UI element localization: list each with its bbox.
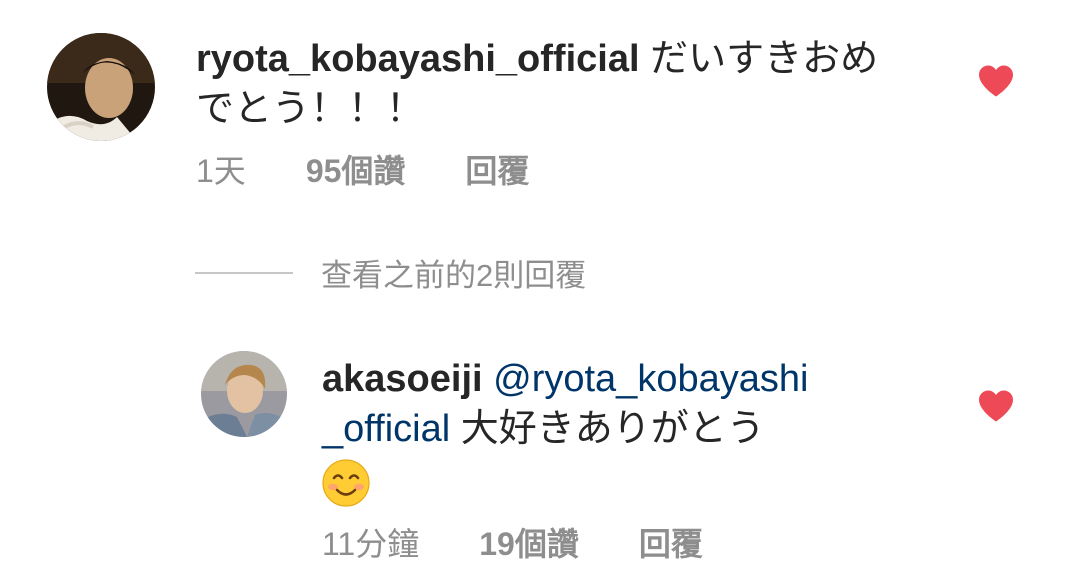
comment-username[interactable]: ryota_kobayashi_official — [196, 38, 640, 80]
likes-count-link[interactable]: 95個讚 — [306, 146, 406, 192]
comment-username[interactable]: akasoeiji — [322, 358, 483, 400]
like-heart-icon[interactable] — [977, 389, 1015, 423]
avatar-photo-akasoeiji — [201, 351, 287, 437]
divider-line — [195, 271, 293, 274]
reply-button[interactable]: 回覆 — [465, 146, 529, 192]
reply-button[interactable]: 回覆 — [639, 519, 703, 565]
view-replies-label: 查看之前的2則回覆 — [321, 258, 587, 293]
likes-count-link[interactable]: 19個讚 — [479, 519, 579, 565]
comment-text-continued: でとう！！！ — [196, 88, 425, 130]
avatar[interactable] — [47, 33, 155, 141]
avatar[interactable] — [201, 351, 287, 437]
smiling-face-icon — [322, 459, 370, 507]
mention-link[interactable]: @ryota_kobayashi — [493, 358, 808, 400]
comment-text: だいすきおめ — [650, 38, 879, 80]
comment-timestamp: 1天 — [196, 153, 246, 189]
avatar-photo-ryota — [47, 33, 155, 141]
like-heart-icon[interactable] — [977, 64, 1015, 98]
view-previous-replies-link[interactable]: 查看之前的2則回覆 — [195, 250, 586, 295]
mention-link-continued[interactable]: _official — [322, 408, 450, 450]
comment-timestamp: 11分鐘 — [322, 526, 420, 562]
comment-text: 大好きありがとう — [460, 408, 765, 450]
